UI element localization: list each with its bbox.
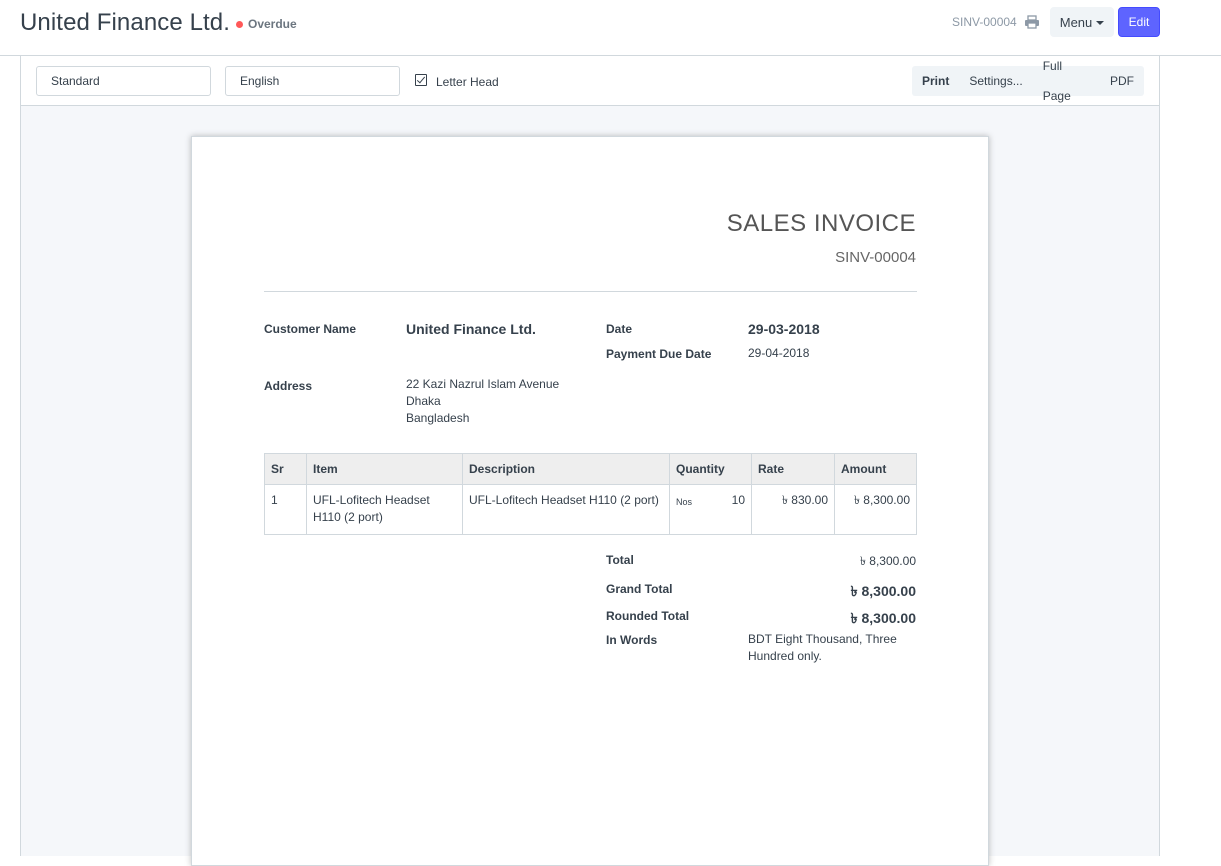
cell-qty-value: 10	[731, 493, 745, 507]
cell-amount: ৳ 8,300.00	[834, 484, 917, 535]
document-name: SINV-00004	[952, 15, 1017, 29]
address-label: Address	[264, 379, 313, 393]
letter-head-label: Letter Head	[436, 75, 499, 89]
address-line: 22 Kazi Nazrul Islam Avenue	[406, 377, 560, 391]
cell-rate: ৳ 830.00	[751, 484, 835, 535]
cell-sr: 1	[264, 484, 307, 535]
column-header-description: Description	[462, 453, 670, 485]
rounded-total-value: ৳ 8,300.00	[850, 610, 916, 626]
payment-due-date-label: Payment Due Date	[606, 347, 712, 361]
in-words-label: In Words	[606, 633, 658, 647]
in-words-value: BDT Eight Thousand, Three Hundred only.	[748, 632, 897, 663]
date-label: Date	[606, 322, 633, 336]
settings-button[interactable]: Settings...	[959, 66, 1032, 96]
invoice-heading: SALES INVOICE	[726, 210, 916, 237]
print-toolbar: Standard English Letter Head Print Setti…	[21, 56, 1159, 106]
print-button[interactable]: Print	[912, 66, 959, 96]
language-select[interactable]: English	[225, 66, 400, 96]
print-format-select[interactable]: Standard	[36, 66, 211, 96]
print-view-frame: Standard English Letter Head Print Setti…	[20, 56, 1160, 866]
address-value: 22 Kazi Nazrul Islam Avenue Dhaka Bangla…	[406, 376, 559, 427]
divider	[264, 291, 917, 292]
invoice-paper: SALES INVOICE SINV-00004 Customer Name U…	[191, 136, 989, 866]
menu-button-label: Menu	[1059, 14, 1093, 30]
column-header-amount: Amount	[834, 453, 917, 485]
print-actions: Print Settings... Full Page PDF	[912, 59, 1144, 103]
pdf-button[interactable]: PDF	[1100, 66, 1144, 96]
page-header: United Finance Ltd. Overdue SINV-00004 M…	[0, 0, 1221, 56]
column-header-sr: Sr	[264, 453, 307, 485]
customer-name-value: United Finance Ltd.	[406, 321, 536, 337]
print-icon[interactable]	[1024, 15, 1040, 29]
chevron-down-icon	[1096, 21, 1105, 25]
letter-head-checkbox[interactable]	[415, 74, 427, 86]
column-header-rate: Rate	[751, 453, 835, 485]
column-header-item: Item	[306, 453, 463, 485]
grand-total-label: Grand Total	[606, 582, 673, 596]
column-header-quantity: Quantity	[669, 453, 752, 485]
total-label: Total	[606, 553, 634, 567]
customer-name-label: Customer Name	[264, 322, 357, 336]
cell-uom: Nos	[676, 497, 693, 507]
table-header-row: Sr Item Description Quantity Rate Amount	[264, 453, 917, 485]
payment-due-date-value: 29-04-2018	[748, 346, 810, 360]
invoice-number: SINV-00004	[835, 249, 916, 266]
grand-total-value: ৳ 8,300.00	[850, 583, 916, 599]
address-line: Dhaka	[406, 394, 441, 408]
items-table: Sr Item Description Quantity Rate Amount…	[264, 453, 917, 535]
cell-item: UFL-Lofitech Headset H110 (2 port)	[306, 484, 463, 535]
table-row: 1 UFL-Lofitech Headset H110 (2 port) UFL…	[264, 484, 917, 535]
full-page-button[interactable]: Full Page	[1033, 51, 1100, 111]
cell-quantity: Nos 10	[669, 484, 752, 535]
address-line: Bangladesh	[406, 411, 470, 425]
status-label: Overdue	[248, 17, 297, 31]
total-value: ৳ 8,300.00	[859, 554, 916, 568]
edit-button[interactable]: Edit	[1118, 7, 1160, 37]
rounded-total-label: Rounded Total	[606, 609, 690, 623]
status-indicator-dot	[236, 20, 243, 28]
page-title: United Finance Ltd.	[20, 9, 231, 36]
menu-button[interactable]: Menu	[1050, 7, 1114, 37]
date-value: 29-03-2018	[748, 321, 820, 337]
cell-description: UFL-Lofitech Headset H110 (2 port)	[462, 484, 670, 535]
status-badge: Overdue	[236, 17, 297, 31]
